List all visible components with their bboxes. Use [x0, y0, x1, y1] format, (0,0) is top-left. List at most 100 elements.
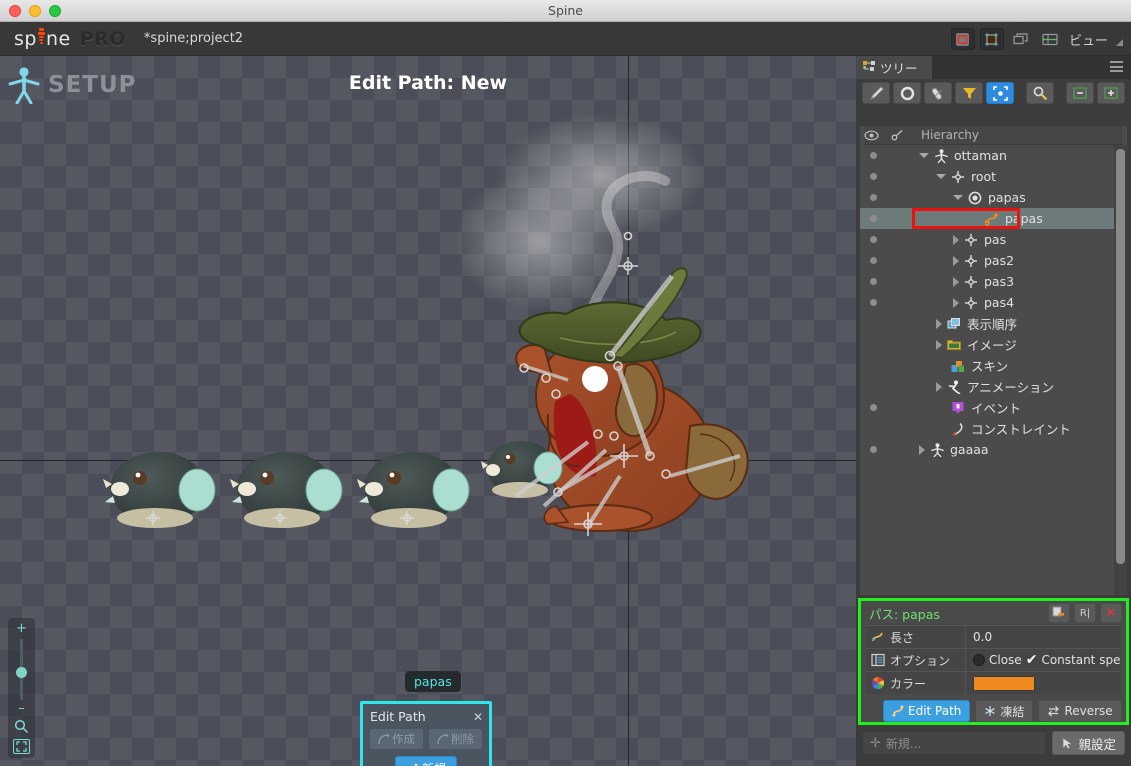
chevron-right-icon[interactable] [953, 234, 959, 245]
tree-row-pas4-7[interactable]: pas4 [860, 292, 1114, 313]
tree-scrollbar[interactable] [1114, 145, 1127, 595]
chevron-right-icon[interactable] [953, 276, 959, 287]
properties-header-buttons: R| ✕ [1048, 603, 1122, 623]
view-grid-icon[interactable] [1038, 28, 1062, 50]
edit-path-dialog[interactable]: Edit Path ✕ 作成 削除 [360, 701, 492, 766]
new-path-button[interactable]: 新規 [394, 756, 457, 766]
tree-row-アニメーション-11[interactable]: アニメーション [860, 376, 1114, 397]
viewport-canvas[interactable]: SETUP Edit Path: New + – papas Edit Path… [0, 56, 856, 766]
row-visibility-toggle[interactable] [860, 278, 887, 285]
close-icon[interactable]: ✕ [473, 710, 483, 724]
tree-row-スキン-10[interactable]: スキン [860, 355, 1114, 376]
expand-all-icon[interactable] [1097, 82, 1125, 104]
filter-tool-icon[interactable] [955, 82, 983, 104]
hierarchy-tree[interactable]: Hierarchy ottaman root papas papas pas pas2 pa… [860, 126, 1127, 595]
tree-row-pas3-6[interactable]: pas3 [860, 271, 1114, 292]
create-vertex-button[interactable]: 作成 [369, 728, 424, 750]
layers-button[interactable] [1009, 28, 1033, 50]
row-visibility-toggle[interactable] [860, 257, 887, 264]
tab-tree[interactable]: ツリー [856, 56, 932, 79]
setup-mode-badge: SETUP [8, 66, 137, 104]
visibility-dot-icon[interactable] [870, 257, 877, 264]
length-value[interactable]: 0.0 [966, 630, 1121, 644]
set-parent-button[interactable]: 親設定 [1052, 731, 1125, 755]
search-tool-icon[interactable] [1026, 82, 1054, 104]
zoom-out-icon[interactable]: – [18, 702, 25, 715]
chevron-right-icon[interactable] [953, 297, 959, 308]
zoom-controls[interactable]: + – [8, 618, 35, 758]
tree-row-イベント-12[interactable]: イベント [860, 397, 1114, 418]
select-frame-tool-icon[interactable] [986, 82, 1014, 104]
row-visibility-toggle[interactable] [860, 236, 887, 243]
zoom-slider-handle[interactable] [16, 667, 27, 678]
chevron-right-icon[interactable] [953, 255, 959, 266]
row-visibility-toggle[interactable] [860, 299, 887, 306]
chevron-right-icon[interactable] [936, 381, 942, 392]
tree-row-pas-4[interactable]: pas [860, 229, 1114, 250]
tree-row-pas2-5[interactable]: pas2 [860, 250, 1114, 271]
constant-speed-checkbox[interactable]: ✔ [1026, 652, 1038, 668]
chevron-down-icon[interactable] [936, 174, 946, 179]
tree-scrollbar-thumb[interactable] [1116, 149, 1125, 564]
rename-button[interactable]: R| [1074, 603, 1096, 623]
color-swatch[interactable] [973, 675, 1035, 691]
lock-column-icon[interactable] [891, 129, 915, 141]
tree-row-root-1[interactable]: root [860, 166, 1114, 187]
close-checkbox[interactable] [973, 654, 985, 666]
circle-tool-icon[interactable] [893, 82, 921, 104]
edit-path-dialog-actions: 作成 削除 [363, 728, 489, 750]
visibility-dot-icon[interactable] [870, 215, 877, 222]
transform-button[interactable] [979, 28, 1004, 50]
reverse-button[interactable]: Reverse [1038, 700, 1122, 722]
images-folder-icon [946, 337, 962, 352]
row-visibility-toggle[interactable] [860, 404, 887, 411]
tree-row-papas-3[interactable]: papas [860, 208, 1114, 229]
tree-row-表示順序-8[interactable]: 表示順序 [860, 313, 1114, 334]
visibility-dot-icon[interactable] [870, 404, 877, 411]
tree-row-イメージ-9[interactable]: イメージ [860, 334, 1114, 355]
chevron-right-icon[interactable] [919, 444, 925, 455]
zoom-slider-track[interactable] [16, 639, 27, 700]
delete-button[interactable]: ✕ [1100, 603, 1122, 623]
tree-row-gaaaa-14[interactable]: gaaaa [860, 439, 1114, 460]
fit-to-screen-icon[interactable] [13, 739, 30, 754]
collapse-all-icon[interactable] [1066, 82, 1094, 104]
visibility-dot-icon[interactable] [870, 236, 877, 243]
search-icon[interactable] [14, 719, 29, 734]
edit-path-button[interactable]: Edit Path [883, 700, 971, 722]
row-visibility-toggle[interactable] [860, 446, 887, 453]
panel-menu-icon[interactable] [1110, 61, 1123, 72]
brush-tool-icon[interactable] [862, 82, 890, 104]
visibility-column-icon[interactable] [864, 130, 891, 141]
freeze-button[interactable]: 凍結 [975, 700, 1034, 722]
tree-row-papas-2[interactable]: papas [860, 187, 1114, 208]
property-row-length: 長さ 0.0 [866, 625, 1121, 648]
row-visibility-toggle[interactable] [860, 194, 887, 201]
row-visibility-toggle[interactable] [860, 173, 887, 180]
new-item-field[interactable]: ✛ 新規... [862, 731, 1047, 755]
tree-row-label: pas2 [984, 253, 1015, 268]
chevron-right-icon[interactable] [936, 318, 942, 329]
render-settings-button[interactable] [950, 28, 975, 50]
duplicate-button[interactable] [1048, 603, 1070, 623]
link-tool-icon[interactable] [924, 82, 952, 104]
visibility-dot-icon[interactable] [870, 299, 877, 306]
freeze-label: 凍結 [1000, 704, 1025, 719]
new-item-placeholder: 新規... [885, 736, 922, 751]
row-visibility-toggle[interactable] [860, 215, 887, 222]
chevron-right-icon[interactable] [936, 339, 942, 350]
row-visibility-toggle[interactable] [860, 152, 887, 159]
visibility-dot-icon[interactable] [870, 152, 877, 159]
zoom-in-icon[interactable]: + [16, 622, 27, 635]
visibility-dot-icon[interactable] [870, 194, 877, 201]
view-menu-label[interactable]: ビュー [1069, 30, 1108, 49]
tree-row-コンストレイント-13[interactable]: コンストレイント [860, 418, 1114, 439]
visibility-dot-icon[interactable] [870, 446, 877, 453]
view-menu-caret-icon[interactable] [1116, 38, 1123, 46]
chevron-down-icon[interactable] [953, 195, 963, 200]
delete-vertex-button[interactable]: 削除 [428, 728, 483, 750]
tree-row-ottaman-0[interactable]: ottaman [860, 145, 1114, 166]
chevron-down-icon[interactable] [919, 153, 929, 158]
visibility-dot-icon[interactable] [870, 173, 877, 180]
visibility-dot-icon[interactable] [870, 278, 877, 285]
